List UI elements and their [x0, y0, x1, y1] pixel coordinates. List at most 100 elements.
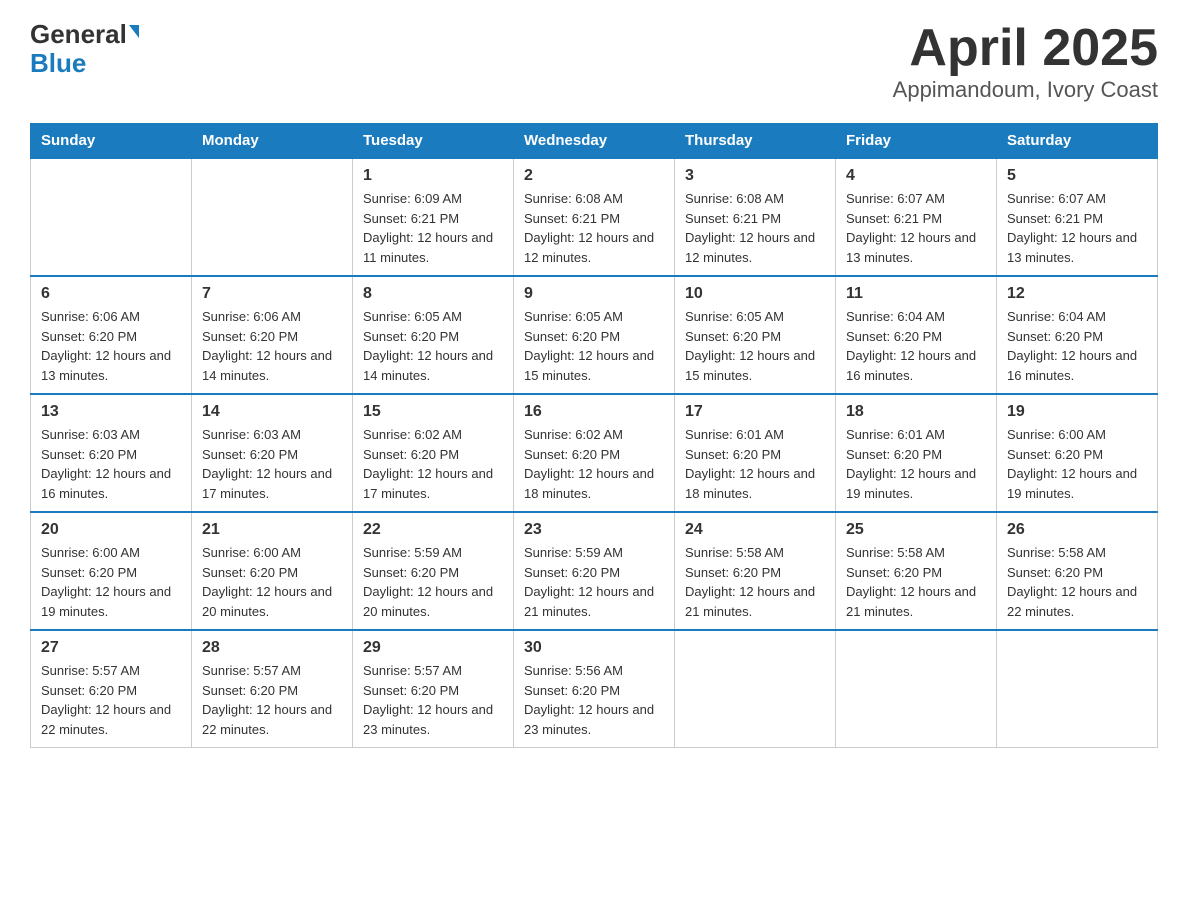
day-info: Sunrise: 6:05 AMSunset: 6:20 PMDaylight:… — [363, 307, 503, 385]
calendar-cell: 30 Sunrise: 5:56 AMSunset: 6:20 PMDayligh… — [514, 630, 675, 748]
day-number: 2 — [524, 167, 664, 185]
day-info: Sunrise: 6:01 AMSunset: 6:20 PMDaylight:… — [685, 425, 825, 503]
day-info: Sunrise: 6:00 AMSunset: 6:20 PMDaylight:… — [1007, 425, 1147, 503]
calendar-week-row: 1 Sunrise: 6:09 AMSunset: 6:21 PMDaylight… — [31, 158, 1158, 276]
calendar-cell — [997, 630, 1158, 748]
calendar-week-row: 20 Sunrise: 6:00 AMSunset: 6:20 PMDayligh… — [31, 512, 1158, 630]
day-info: Sunrise: 6:02 AMSunset: 6:20 PMDaylight:… — [524, 425, 664, 503]
day-info: Sunrise: 6:08 AMSunset: 6:21 PMDaylight:… — [524, 189, 664, 267]
day-info: Sunrise: 5:56 AMSunset: 6:20 PMDaylight:… — [524, 661, 664, 739]
day-info: Sunrise: 6:05 AMSunset: 6:20 PMDaylight:… — [685, 307, 825, 385]
day-number: 23 — [524, 521, 664, 539]
calendar-cell: 23 Sunrise: 5:59 AMSunset: 6:20 PMDayligh… — [514, 512, 675, 630]
day-info: Sunrise: 6:09 AMSunset: 6:21 PMDaylight:… — [363, 189, 503, 267]
day-info: Sunrise: 5:58 AMSunset: 6:20 PMDaylight:… — [846, 543, 986, 621]
day-info: Sunrise: 6:04 AMSunset: 6:20 PMDaylight:… — [1007, 307, 1147, 385]
day-info: Sunrise: 5:57 AMSunset: 6:20 PMDaylight:… — [363, 661, 503, 739]
calendar-week-row: 13 Sunrise: 6:03 AMSunset: 6:20 PMDayligh… — [31, 394, 1158, 512]
day-info: Sunrise: 6:00 AMSunset: 6:20 PMDaylight:… — [202, 543, 342, 621]
calendar-cell: 19 Sunrise: 6:00 AMSunset: 6:20 PMDayligh… — [997, 394, 1158, 512]
calendar-cell: 24 Sunrise: 5:58 AMSunset: 6:20 PMDayligh… — [675, 512, 836, 630]
calendar-cell: 1 Sunrise: 6:09 AMSunset: 6:21 PMDaylight… — [353, 158, 514, 276]
day-number: 1 — [363, 167, 503, 185]
calendar-cell — [192, 158, 353, 276]
day-number: 17 — [685, 403, 825, 421]
day-number: 22 — [363, 521, 503, 539]
calendar-week-row: 27 Sunrise: 5:57 AMSunset: 6:20 PMDayligh… — [31, 630, 1158, 748]
day-number: 16 — [524, 403, 664, 421]
calendar-cell: 5Sunrise: 6:07 AMSunset: 6:21 PMDaylight… — [997, 158, 1158, 276]
calendar-cell: 10 Sunrise: 6:05 AMSunset: 6:20 PMDayligh… — [675, 276, 836, 394]
column-header-saturday: Saturday — [997, 124, 1158, 159]
day-number: 19 — [1007, 403, 1147, 421]
calendar-cell — [31, 158, 192, 276]
day-number: 13 — [41, 403, 181, 421]
day-number: 4 — [846, 167, 986, 185]
calendar-cell: 7Sunrise: 6:06 AMSunset: 6:20 PMDaylight… — [192, 276, 353, 394]
calendar-cell: 14 Sunrise: 6:03 AMSunset: 6:20 PMDayligh… — [192, 394, 353, 512]
calendar-cell: 15 Sunrise: 6:02 AMSunset: 6:20 PMDayligh… — [353, 394, 514, 512]
calendar-cell: 8 Sunrise: 6:05 AMSunset: 6:20 PMDaylight… — [353, 276, 514, 394]
day-info: Sunrise: 6:02 AMSunset: 6:20 PMDaylight:… — [363, 425, 503, 503]
page-title: April 2025 — [893, 20, 1158, 77]
title-block: April 2025 Appimandoum, Ivory Coast — [893, 20, 1158, 103]
day-number: 3 — [685, 167, 825, 185]
calendar-cell: 26 Sunrise: 5:58 AMSunset: 6:20 PMDayligh… — [997, 512, 1158, 630]
page-subtitle: Appimandoum, Ivory Coast — [893, 77, 1158, 103]
calendar-cell: 20Sunrise: 6:00 AMSunset: 6:20 PMDayligh… — [31, 512, 192, 630]
day-info: Sunrise: 6:03 AMSunset: 6:20 PMDaylight:… — [202, 425, 342, 503]
day-info: Sunrise: 6:07 AMSunset: 6:21 PMDaylight:… — [846, 189, 986, 267]
day-info: Sunrise: 5:59 AMSunset: 6:20 PMDaylight:… — [524, 543, 664, 621]
calendar-cell — [675, 630, 836, 748]
day-number: 10 — [685, 285, 825, 303]
calendar-cell — [836, 630, 997, 748]
day-info: Sunrise: 6:03 AMSunset: 6:20 PMDaylight:… — [41, 425, 181, 503]
day-number: 30 — [524, 639, 664, 657]
calendar-cell: 2 Sunrise: 6:08 AMSunset: 6:21 PMDaylight… — [514, 158, 675, 276]
day-info: Sunrise: 6:04 AMSunset: 6:20 PMDaylight:… — [846, 307, 986, 385]
day-info: Sunrise: 5:58 AMSunset: 6:20 PMDaylight:… — [685, 543, 825, 621]
day-number: 18 — [846, 403, 986, 421]
day-number: 14 — [202, 403, 342, 421]
calendar-cell: 17 Sunrise: 6:01 AMSunset: 6:20 PMDayligh… — [675, 394, 836, 512]
day-number: 12 — [1007, 285, 1147, 303]
day-info: Sunrise: 5:58 AMSunset: 6:20 PMDaylight:… — [1007, 543, 1147, 621]
calendar-cell: 3 Sunrise: 6:08 AMSunset: 6:21 PMDaylight… — [675, 158, 836, 276]
day-number: 5 — [1007, 167, 1147, 185]
day-info: Sunrise: 5:59 AMSunset: 6:20 PMDaylight:… — [363, 543, 503, 621]
day-info: Sunrise: 6:08 AMSunset: 6:21 PMDaylight:… — [685, 189, 825, 267]
day-number: 11 — [846, 285, 986, 303]
calendar-cell: 6 Sunrise: 6:06 AMSunset: 6:20 PMDaylight… — [31, 276, 192, 394]
day-number: 9 — [524, 285, 664, 303]
calendar-cell: 28Sunrise: 5:57 AMSunset: 6:20 PMDayligh… — [192, 630, 353, 748]
day-number: 6 — [41, 285, 181, 303]
day-number: 15 — [363, 403, 503, 421]
calendar-cell: 12 Sunrise: 6:04 AMSunset: 6:20 PMDayligh… — [997, 276, 1158, 394]
calendar-table: SundayMondayTuesdayWednesdayThursdayFrid… — [30, 123, 1158, 748]
column-header-tuesday: Tuesday — [353, 124, 514, 159]
day-info: Sunrise: 5:57 AMSunset: 6:20 PMDaylight:… — [41, 661, 181, 739]
calendar-cell: 9 Sunrise: 6:05 AMSunset: 6:20 PMDaylight… — [514, 276, 675, 394]
calendar-cell: 18Sunrise: 6:01 AMSunset: 6:20 PMDayligh… — [836, 394, 997, 512]
day-number: 20 — [41, 521, 181, 539]
column-header-monday: Monday — [192, 124, 353, 159]
day-info: Sunrise: 6:05 AMSunset: 6:20 PMDaylight:… — [524, 307, 664, 385]
page-header: General Blue April 2025 Appimandoum, Ivo… — [30, 20, 1158, 103]
calendar-cell: 25 Sunrise: 5:58 AMSunset: 6:20 PMDayligh… — [836, 512, 997, 630]
day-number: 21 — [202, 521, 342, 539]
day-info: Sunrise: 6:06 AMSunset: 6:20 PMDaylight:… — [41, 307, 181, 385]
day-number: 27 — [41, 639, 181, 657]
column-header-friday: Friday — [836, 124, 997, 159]
calendar-cell: 27 Sunrise: 5:57 AMSunset: 6:20 PMDayligh… — [31, 630, 192, 748]
calendar-cell: 22 Sunrise: 5:59 AMSunset: 6:20 PMDayligh… — [353, 512, 514, 630]
day-number: 8 — [363, 285, 503, 303]
calendar-cell: 29Sunrise: 5:57 AMSunset: 6:20 PMDayligh… — [353, 630, 514, 748]
calendar-cell: 16 Sunrise: 6:02 AMSunset: 6:20 PMDayligh… — [514, 394, 675, 512]
day-number: 7 — [202, 285, 342, 303]
day-number: 26 — [1007, 521, 1147, 539]
day-number: 24 — [685, 521, 825, 539]
day-number: 28 — [202, 639, 342, 657]
column-header-thursday: Thursday — [675, 124, 836, 159]
logo-general: General — [30, 20, 127, 49]
day-number: 25 — [846, 521, 986, 539]
